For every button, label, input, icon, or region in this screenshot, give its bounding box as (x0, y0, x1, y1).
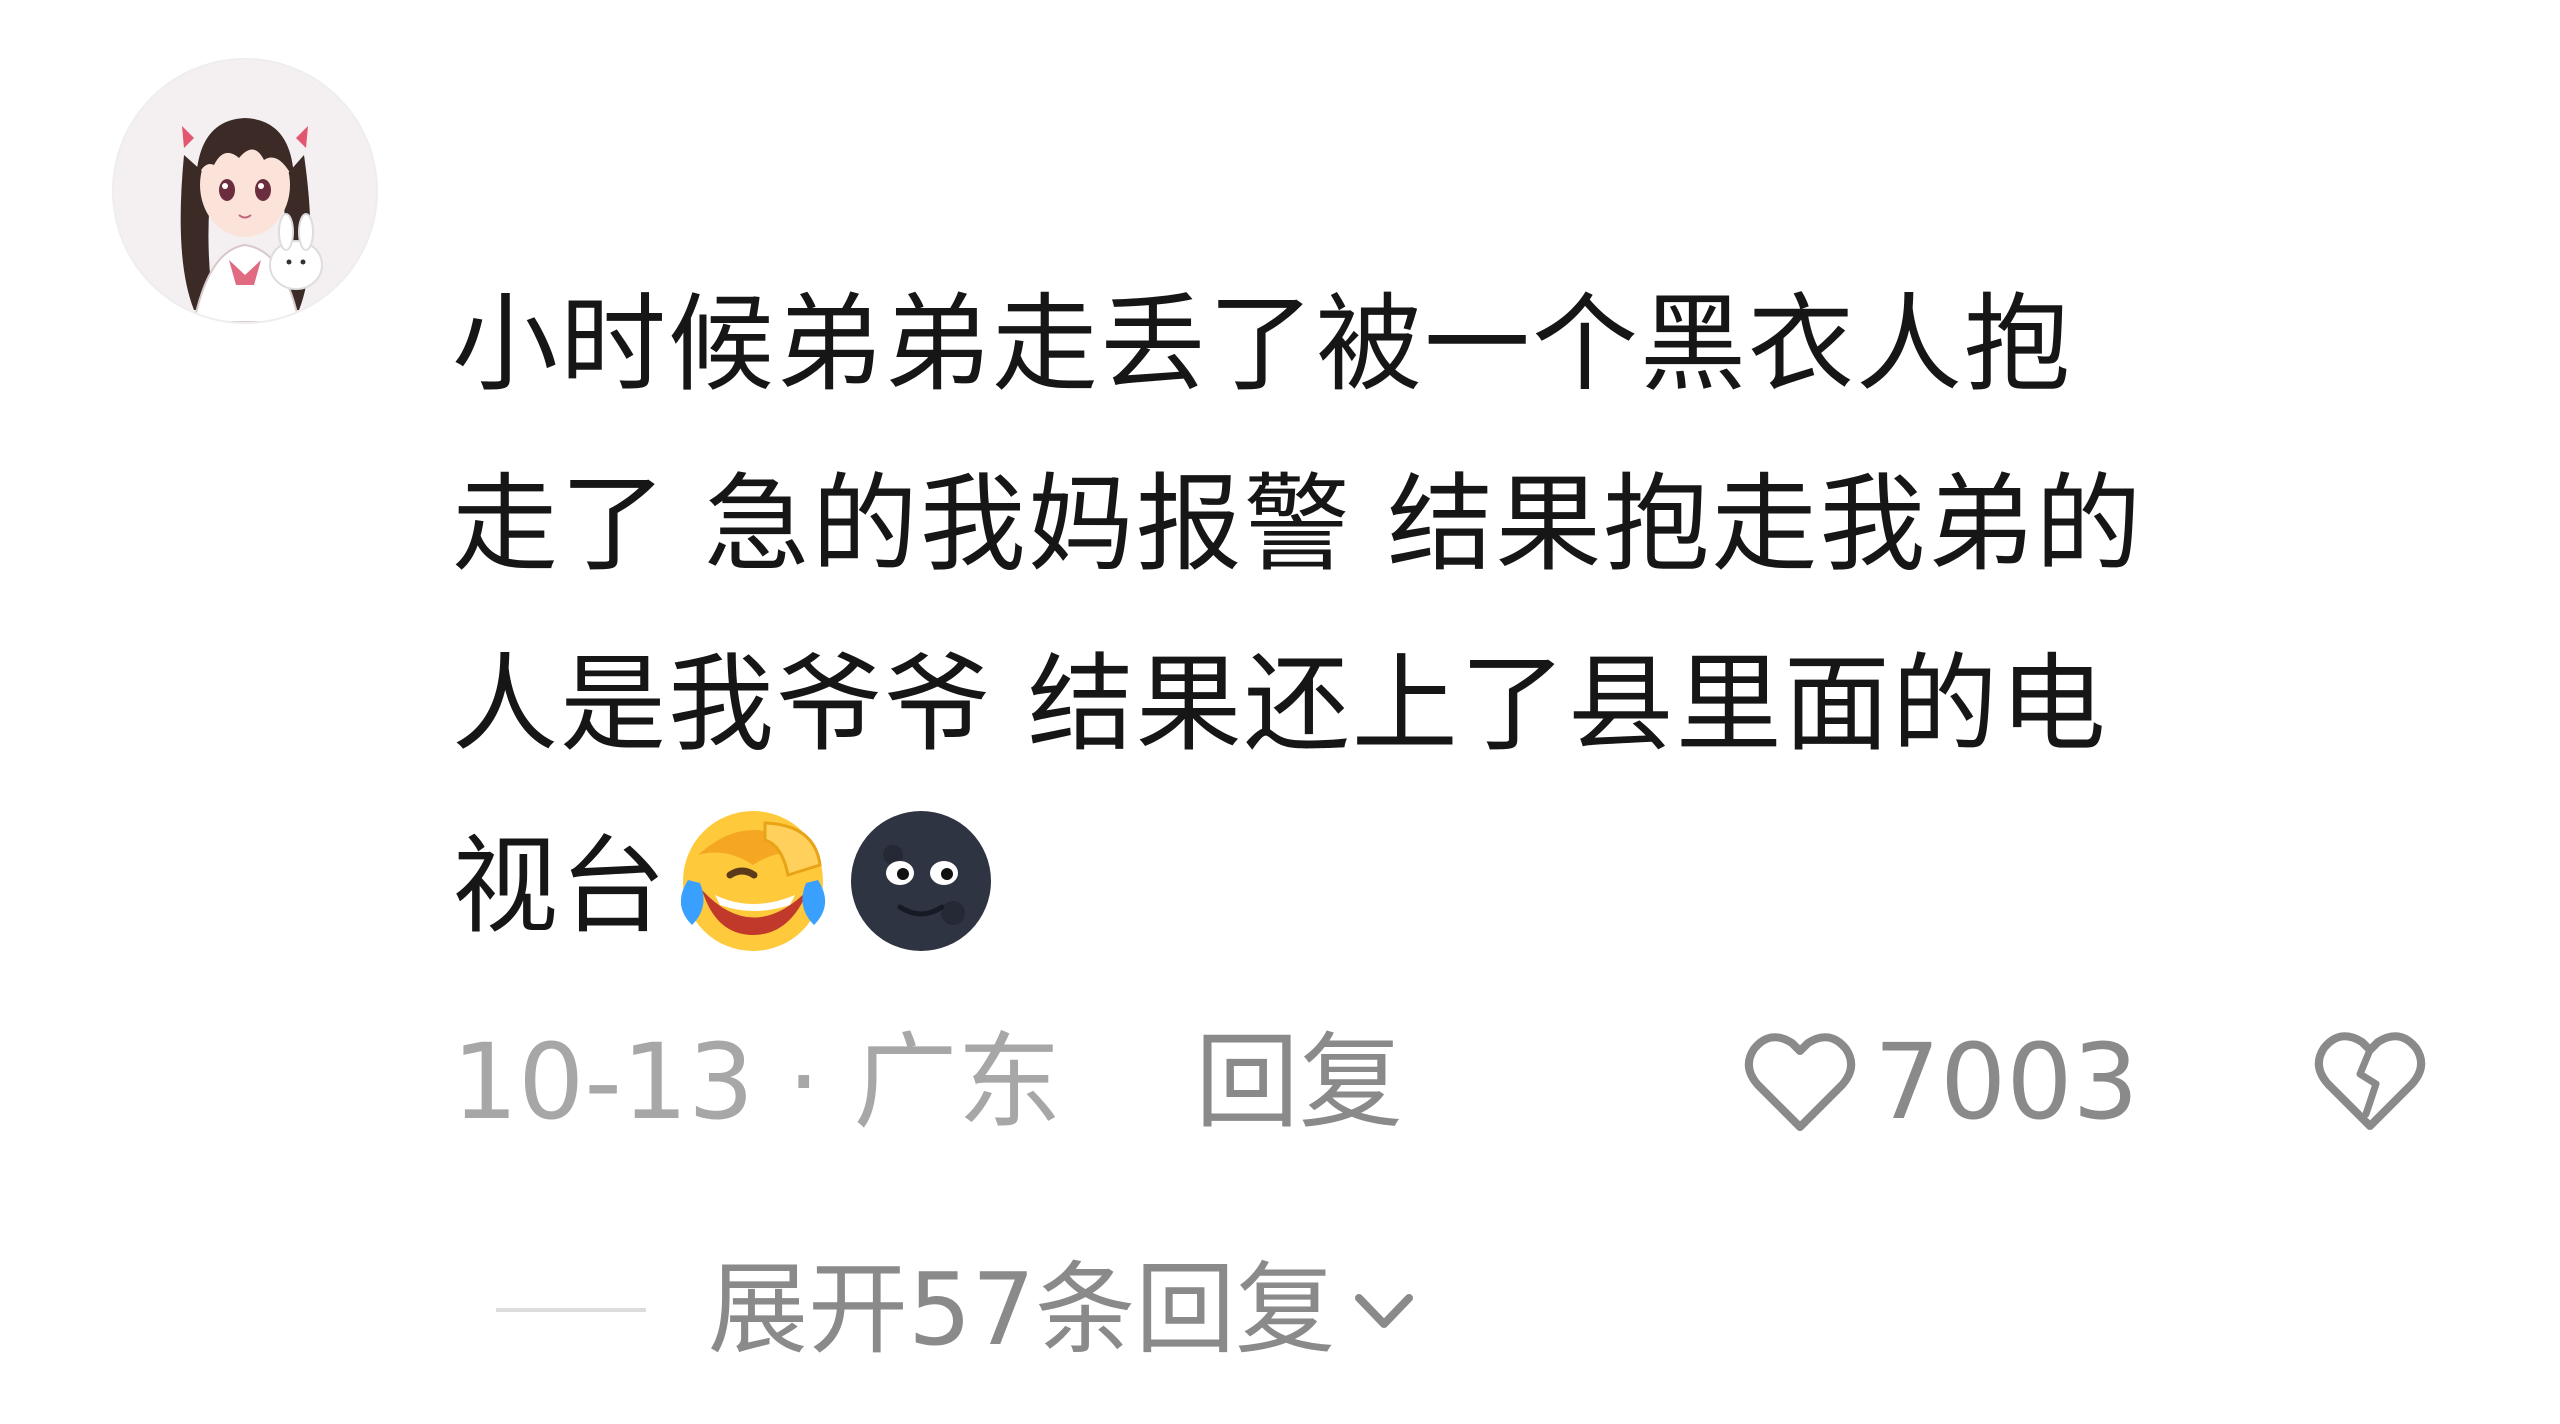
dark-moon-face-emoji-icon (838, 795, 1004, 961)
reply-button[interactable]: 回复 (1195, 1012, 1403, 1152)
laughing-crying-emoji-icon (670, 795, 836, 961)
meta-separator: · (787, 1021, 821, 1143)
comment-text-line: 小时候弟弟走丢了被一个黑衣人抱 (452, 283, 2072, 406)
comment-text-line: 人是我爷爷 结果还上了县里面的电 (452, 643, 2108, 766)
comment-text-line: 视台 (452, 825, 668, 948)
comment-location: 广东 (853, 1021, 1062, 1143)
comment-date: 10-13 (452, 1021, 755, 1143)
avatar[interactable] (114, 60, 376, 322)
anime-girl-avatar-icon (114, 60, 376, 322)
broken-heart-icon (2314, 1032, 2426, 1130)
dislike-button[interactable] (2310, 1018, 2430, 1138)
expand-replies-label: 展开57条回复 (708, 1251, 1336, 1368)
comment-text-line: 走了 急的我妈报警 结果抱走我弟的 (452, 463, 2144, 586)
comment-text-last-line: 视台 (452, 795, 2452, 977)
expand-replies-button[interactable]: 展开57条回复 (708, 1240, 1419, 1380)
comment-item: 小时候弟弟走丢了被一个黑衣人抱 走了 急的我妈报警 结果抱走我弟的 人是我爷爷 … (0, 0, 2560, 1424)
like-count: 7003 (1874, 1021, 2139, 1143)
chevron-down-icon (1355, 1294, 1414, 1328)
heart-outline-icon (1744, 1033, 1856, 1131)
comment-meta: 10-13 · 广东 (452, 1012, 1061, 1152)
expand-divider (496, 1308, 646, 1312)
like-button[interactable]: 7003 (1740, 1012, 2139, 1152)
comment-text: 小时候弟弟走丢了被一个黑衣人抱 走了 急的我妈报警 结果抱走我弟的 人是我爷爷 … (452, 255, 2452, 977)
